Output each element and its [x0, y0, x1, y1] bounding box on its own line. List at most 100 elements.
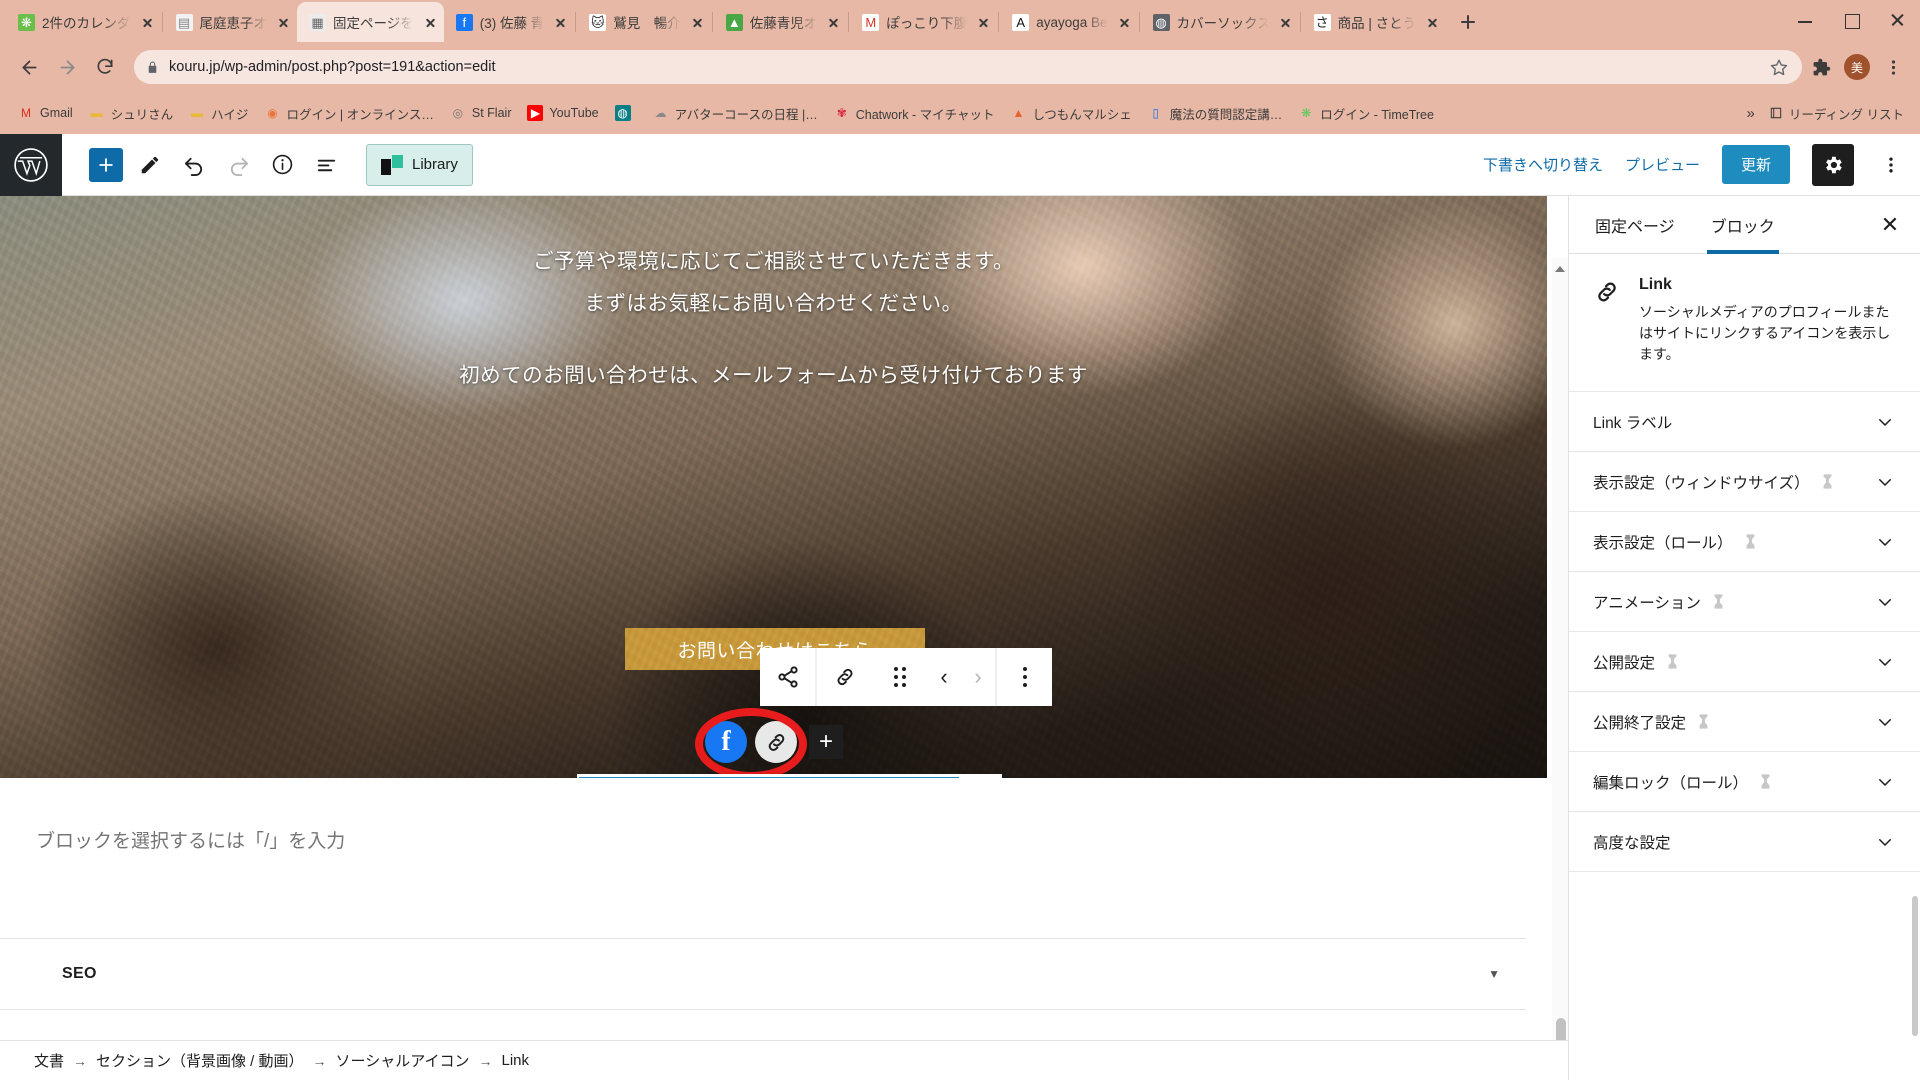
add-block-button[interactable]	[86, 145, 126, 185]
switch-to-draft-button[interactable]: 下書きへ切り替え	[1483, 154, 1603, 175]
scroll-up-arrow-icon[interactable]	[1555, 266, 1565, 272]
bookmark-item-3[interactable]: ◉ ログイン | オンラインス…	[256, 100, 441, 127]
sidebar-panel-0[interactable]: Link ラベル	[1569, 392, 1920, 452]
update-button[interactable]: 更新	[1721, 145, 1790, 184]
chevron-down-icon[interactable]	[1874, 831, 1896, 853]
move-right-button[interactable]: ›	[961, 648, 995, 706]
browser-tab-6[interactable]: M ぽっこり下腹	[850, 2, 997, 42]
browser-tab-7[interactable]: Aayayoga Be	[1000, 2, 1137, 42]
bookmark-item-4[interactable]: ◎ St Flair	[442, 101, 520, 125]
back-button[interactable]	[12, 50, 46, 84]
window-maximize-button[interactable]	[1828, 0, 1874, 40]
browser-tab-8[interactable]: ◍ カバーソックス	[1141, 2, 1299, 42]
tab-close-icon[interactable]	[138, 13, 157, 32]
browser-tab-9[interactable]: さ商品 | さとう	[1302, 2, 1447, 42]
browser-tab-4[interactable]: 🐱 鷲見 暢介	[577, 2, 711, 42]
chevron-down-icon[interactable]	[1874, 711, 1896, 733]
link-url-popup[interactable]	[577, 774, 1002, 778]
browser-tab-2[interactable]: ▦ 固定ページを	[297, 2, 444, 42]
tab-close-icon[interactable]	[1276, 13, 1295, 32]
tab-block[interactable]: ブロック	[1693, 196, 1793, 254]
window-minimize-button[interactable]	[1782, 0, 1828, 40]
sidebar-panel-6[interactable]: 編集ロック（ロール）	[1569, 752, 1920, 812]
sidebar-scrollbar-thumb[interactable]	[1912, 896, 1918, 1036]
bookmark-item-6[interactable]: ◍	[607, 101, 645, 125]
omnibox[interactable]: kouru.jp/wp-admin/post.php?post=191&acti…	[134, 50, 1802, 84]
window-close-button[interactable]	[1874, 0, 1920, 40]
browser-tab-5[interactable]: ▲ 佐藤青児オ	[714, 2, 848, 42]
library-button[interactable]: Library	[366, 143, 473, 186]
bookmark-item-7[interactable]: ☁ アバターコースの日程 |…	[645, 100, 826, 127]
chevron-down-icon[interactable]	[1874, 591, 1896, 613]
link-submit-button[interactable]	[959, 774, 1001, 778]
settings-gear-button[interactable]	[1812, 143, 1854, 186]
link-block-type-button[interactable]	[817, 648, 872, 706]
share-icon-button[interactable]	[760, 648, 815, 706]
redo-button[interactable]	[218, 145, 258, 185]
tab-close-icon[interactable]	[824, 13, 843, 32]
undo-button[interactable]	[174, 145, 214, 185]
drag-handle-button[interactable]	[872, 648, 927, 706]
bookmark-item-1[interactable]: ▬ シュリさん	[81, 100, 182, 127]
chevron-down-icon[interactable]	[1874, 651, 1896, 673]
tab-close-icon[interactable]	[1115, 13, 1134, 32]
editor-canvas[interactable]: ご予算や環境に応じてご相談させていただきます。 まずはお気軽にお問い合わせくださ…	[0, 196, 1568, 1080]
chevron-down-icon[interactable]	[1874, 531, 1896, 553]
breadcrumb-item-social-icons[interactable]: ソーシャルアイコン	[336, 1050, 470, 1071]
reload-button[interactable]	[88, 50, 122, 84]
empty-block-prompt[interactable]: ブロックを選択するには「/」を入力	[36, 826, 345, 853]
chevron-down-icon[interactable]	[1874, 471, 1896, 493]
bookmark-item-9[interactable]: ▲ しつもんマルシェ	[1003, 100, 1140, 127]
edit-mode-button[interactable]	[130, 145, 170, 185]
tab-close-icon[interactable]	[1423, 13, 1442, 32]
tab-close-icon[interactable]	[274, 13, 293, 32]
tab-close-icon[interactable]	[688, 13, 707, 32]
new-tab-button[interactable]	[1453, 7, 1483, 37]
bookmark-item-10[interactable]: ▯ 魔法の質問認定講…	[1140, 100, 1291, 127]
forward-button[interactable]	[50, 50, 84, 84]
bookmark-item-5[interactable]: ▶ YouTube	[519, 101, 606, 125]
block-options-button[interactable]	[997, 648, 1052, 706]
details-button[interactable]	[262, 145, 302, 185]
editor-more-menu-button[interactable]	[1876, 144, 1906, 186]
bookmark-item-8[interactable]: ✾ Chatwork - マイチャット	[826, 100, 1003, 127]
breadcrumb-item-document[interactable]: 文書	[34, 1050, 64, 1071]
reading-list-button[interactable]: リーディング リスト	[1769, 104, 1904, 123]
bookmark-item-2[interactable]: ▬ ハイジ	[181, 100, 256, 127]
bookmark-item-0[interactable]: M Gmail	[10, 101, 81, 125]
move-left-button[interactable]: ‹	[927, 648, 961, 706]
breadcrumb-item-section[interactable]: セクション（背景画像 / 動画）	[96, 1050, 304, 1071]
add-social-icon-button[interactable]: +	[809, 725, 843, 759]
sidebar-panel-1[interactable]: 表示設定（ウィンドウサイズ）	[1569, 452, 1920, 512]
canvas-scrollbar[interactable]	[1552, 258, 1568, 1080]
sidebar-panel-3[interactable]: アニメーション	[1569, 572, 1920, 632]
extensions-puzzle-icon[interactable]	[1806, 50, 1836, 84]
sidebar-panel-5[interactable]: 公開終了設定	[1569, 692, 1920, 752]
list-view-button[interactable]	[306, 145, 346, 185]
tab-close-icon[interactable]	[551, 13, 570, 32]
sidebar-scrollbar[interactable]	[1910, 896, 1920, 1036]
browser-tab-1[interactable]: ▤ 尾庭恵子オ	[164, 2, 298, 42]
browser-menu-icon[interactable]	[1878, 50, 1908, 84]
tab-close-icon[interactable]	[421, 13, 440, 32]
wordpress-logo-icon[interactable]	[0, 133, 62, 196]
preview-button[interactable]: プレビュー	[1625, 154, 1700, 175]
chevron-down-icon[interactable]	[1874, 771, 1896, 793]
bookmark-star-icon[interactable]	[1768, 56, 1790, 78]
tab-page[interactable]: 固定ページ	[1577, 196, 1693, 254]
browser-tab-3[interactable]: f (3) 佐藤 青	[444, 2, 575, 42]
breadcrumb-item-link[interactable]: Link	[501, 1052, 529, 1069]
sidebar-panel-7[interactable]: 高度な設定	[1569, 812, 1920, 872]
bookmark-item-11[interactable]: ❋ ログイン - TimeTree	[1290, 100, 1442, 127]
tab-close-icon[interactable]	[974, 13, 993, 32]
sidebar-panel-2[interactable]: 表示設定（ロール）	[1569, 512, 1920, 572]
sidebar-panel-4[interactable]: 公開設定	[1569, 632, 1920, 692]
browser-tab-0[interactable]: ❋ 2件のカレンダ	[6, 2, 161, 42]
close-icon[interactable]: ✕	[1868, 203, 1912, 247]
bookmarks-overflow-button[interactable]: »	[1747, 105, 1755, 122]
link-url-input[interactable]	[579, 777, 959, 778]
hero-section-block[interactable]: ご予算や環境に応じてご相談させていただきます。 まずはお気軽にお問い合わせくださ…	[0, 196, 1547, 778]
seo-panel-header[interactable]: SEO ▼	[36, 938, 1526, 1010]
profile-avatar[interactable]: 美	[1844, 54, 1870, 80]
chevron-down-icon[interactable]	[1874, 411, 1896, 433]
